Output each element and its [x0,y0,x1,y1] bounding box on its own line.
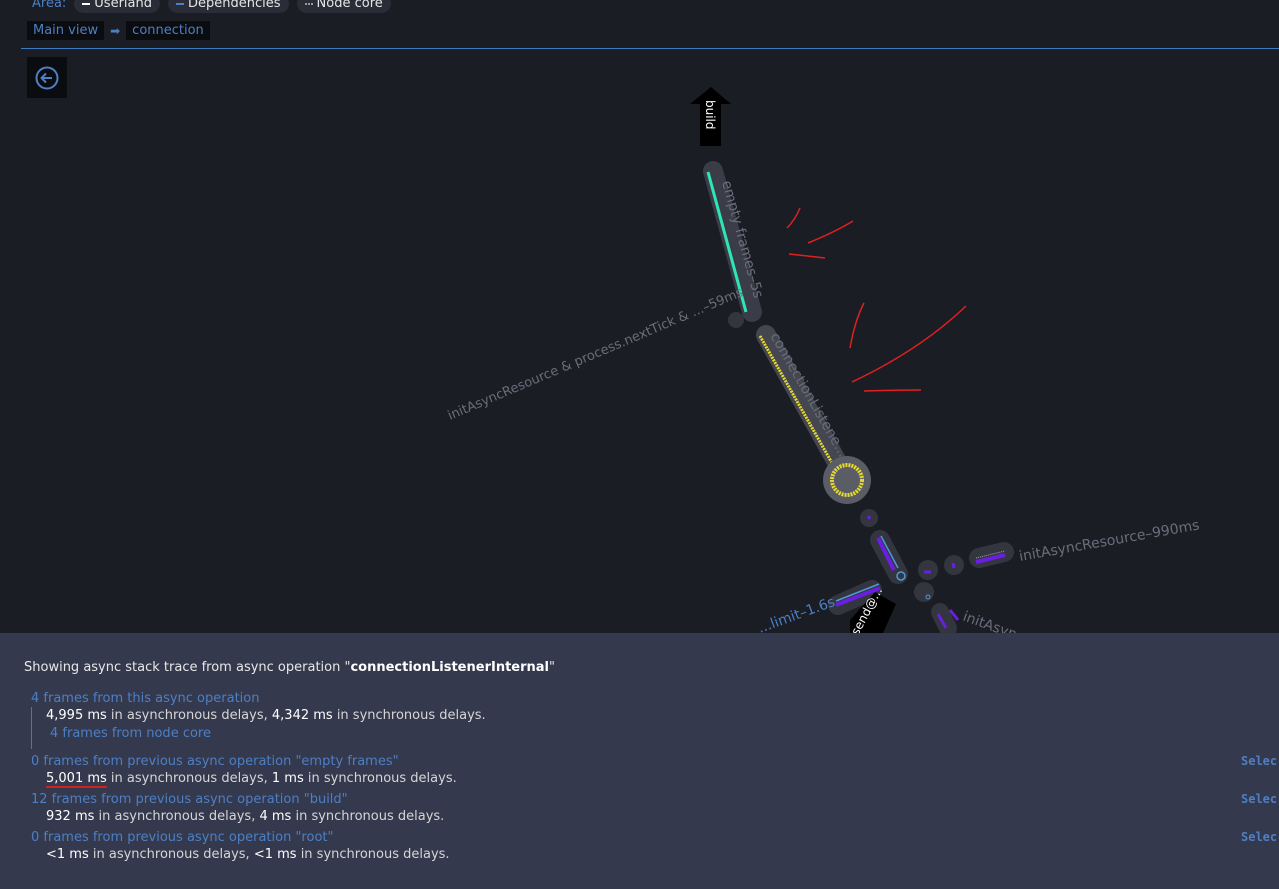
section-heading[interactable]: 0 frames from previous async operation "… [31,754,457,769]
node-core-frames-link[interactable]: 4 frames from node core [31,726,486,741]
section-heading[interactable]: 0 frames from previous async operation "… [31,830,450,845]
section-root: 0 frames from previous async operation "… [31,830,450,862]
sync-delay: 4 ms [259,809,292,824]
section-this-op: 4 frames from this async operation 4,995… [31,691,486,741]
init-990ms-label: initAsyncResource–990ms [1018,517,1201,564]
sync-text: in synchronous delays. [303,771,457,786]
async-delay: 5,001 ms [46,771,107,788]
section-build: 12 frames from previous async operation … [31,792,444,824]
stack-trace-panel: Showing async stack trace from async ope… [0,633,1279,889]
async-text: in asynchronous delays, [106,708,272,723]
delay-line: 5,001 ms in asynchronous delays, 1 ms in… [31,771,457,788]
async-text: in asynchronous delays, [106,771,272,786]
title-operation: connectionListenerInternal [350,660,550,675]
title-prefix: Showing async stack trace from async ope… [24,660,351,675]
section-heading[interactable]: 12 frames from previous async operation … [31,792,444,807]
node-connection[interactable]: connectionListene... [756,325,871,504]
red-annotation-marks [786,207,967,392]
section-heading[interactable]: 4 frames from this async operation [31,691,486,706]
async-text: in asynchronous delays, [88,847,254,862]
async-delay: 932 ms [46,809,95,824]
sync-delay: <1 ms [253,847,297,862]
sync-text: in synchronous delays. [291,809,445,824]
sync-delay: 1 ms [271,771,304,786]
section-empty-frames: 0 frames from previous async operation "… [31,754,457,788]
delay-line: 4,995 ms in asynchronous delays, 4,342 m… [31,708,486,723]
select-button[interactable]: Selec [1241,830,1277,844]
async-delay: <1 ms [46,847,89,862]
init-59ms-label: initAsyncResource & process.nextTick & .… [446,285,746,424]
title-suffix: " [549,660,555,675]
delay-line: <1 ms in asynchronous delays, <1 ms in s… [31,847,450,862]
panel-title: Showing async stack trace from async ope… [24,660,555,675]
limit-label: ...limit–1.6s [756,594,837,637]
async-delay: 4,995 ms [46,708,107,723]
delay-line: 932 ms in asynchronous delays, 4 ms in s… [31,809,444,824]
connection-label: connectionListene... [767,330,851,460]
build-arrow-label: build [703,100,717,130]
sync-delay: 4,342 ms [271,708,333,723]
sync-text: in synchronous delays. [332,708,486,723]
select-button[interactable]: Selec [1241,754,1277,768]
async-text: in asynchronous delays, [94,809,260,824]
sync-text: in synchronous delays. [296,847,450,862]
build-arrow[interactable]: build [690,87,731,146]
select-button[interactable]: Selec [1241,792,1277,806]
